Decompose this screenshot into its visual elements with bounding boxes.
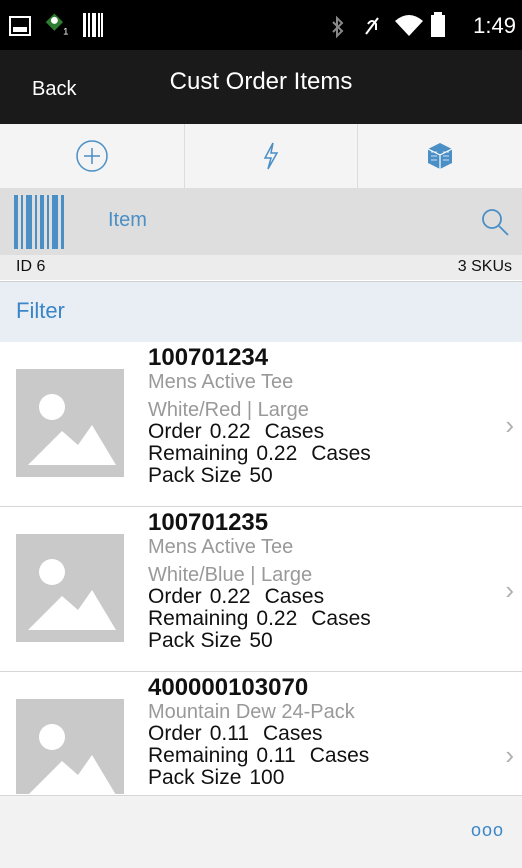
item-sku: 400000103070 <box>148 674 309 701</box>
remaining-line: Remaining 0.11 Cases <box>148 744 370 767</box>
summary-row: ID 6 3 SKUs <box>0 255 522 280</box>
mute-icon <box>365 17 379 35</box>
barcode-status-icon <box>83 13 103 37</box>
sku-count: 3 SKUs <box>457 258 512 275</box>
package-icon <box>427 143 453 169</box>
remaining-line: Remaining 0.22 Cases <box>148 607 371 630</box>
notification-image-icon <box>9 16 31 36</box>
wifi-icon <box>395 15 423 36</box>
status-time: 1:49 <box>473 13 516 38</box>
svg-text:1: 1 <box>63 26 68 36</box>
pack-size-line: Pack Size 100 <box>148 766 285 789</box>
item-scan-row[interactable]: Item <box>0 189 522 255</box>
item-list[interactable]: 100701234 Mens Active Tee White/Red | La… <box>0 342 522 794</box>
page-title: Cust Order Items <box>169 68 353 95</box>
lightning-icon <box>263 142 279 170</box>
add-icon <box>76 140 108 172</box>
quick-action-button[interactable] <box>185 124 357 188</box>
order-line: Order 0.22 Cases <box>148 420 325 443</box>
item-description: Mens Active Tee <box>148 536 294 558</box>
pack-size-line: Pack Size 50 <box>148 629 273 652</box>
item-variant: White/Red | Large <box>148 399 309 421</box>
item-description: Mountain Dew 24-Pack <box>148 701 355 723</box>
list-item[interactable]: 400000103070 Mountain Dew 24-Pack Order 0… <box>0 672 522 794</box>
battery-icon <box>431 12 445 37</box>
order-line: Order 0.11 Cases <box>148 722 323 745</box>
order-id: ID 6 <box>16 258 46 275</box>
footer-bar: ooo <box>0 795 522 868</box>
chevron-right-icon[interactable]: › <box>505 575 514 606</box>
order-line: Order 0.22 Cases <box>148 585 325 608</box>
chevron-right-icon[interactable]: › <box>505 410 514 441</box>
action-bar <box>0 124 522 189</box>
image-placeholder-icon <box>16 534 124 642</box>
chevron-right-icon[interactable]: › <box>505 740 514 771</box>
bluetooth-icon <box>332 15 344 39</box>
image-placeholder-icon <box>16 699 124 794</box>
add-button[interactable] <box>0 124 184 188</box>
filter-row[interactable]: Filter <box>0 281 522 343</box>
barcode-icon[interactable] <box>14 195 66 249</box>
item-description: Mens Active Tee <box>148 371 294 393</box>
item-input-label[interactable]: Item <box>108 209 147 232</box>
filter-button[interactable]: Filter <box>16 298 65 324</box>
more-options-button[interactable]: ooo <box>471 820 504 841</box>
item-sku: 100701234 <box>148 344 269 371</box>
package-button[interactable] <box>358 124 522 188</box>
app-header: Back Cust Order Items <box>0 50 522 124</box>
item-sku: 100701235 <box>148 509 269 536</box>
list-item[interactable]: 100701235 Mens Active Tee White/Blue | L… <box>0 507 522 672</box>
search-icon[interactable] <box>480 207 510 237</box>
list-item[interactable]: 100701234 Mens Active Tee White/Red | La… <box>0 342 522 507</box>
pack-size-line: Pack Size 50 <box>148 464 273 487</box>
image-placeholder-icon <box>16 369 124 477</box>
remaining-line: Remaining 0.22 Cases <box>148 442 371 465</box>
android-user-icon: 1 <box>45 13 68 36</box>
status-bar: 1 1:49 <box>0 0 522 50</box>
item-variant: White/Blue | Large <box>148 564 313 586</box>
